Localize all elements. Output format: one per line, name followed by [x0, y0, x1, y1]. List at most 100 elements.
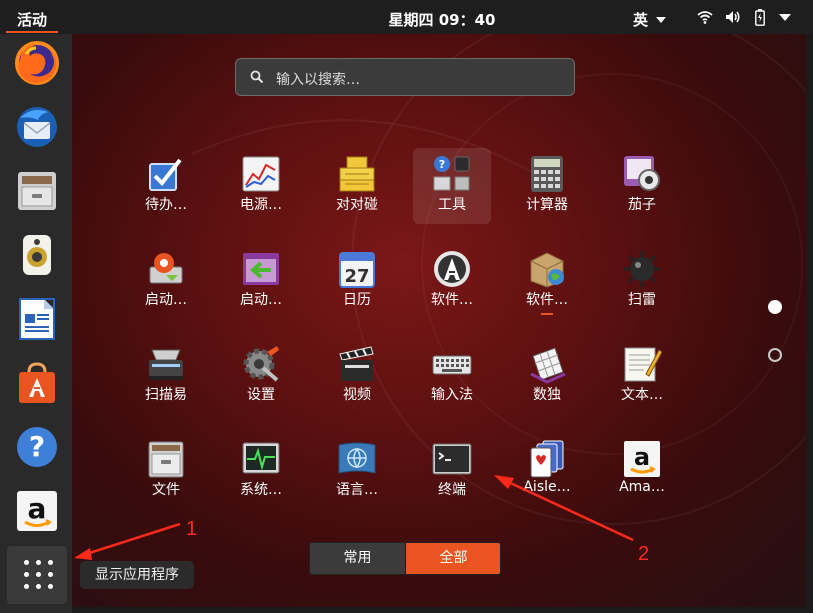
app-mines[interactable]: 扫雷 [603, 243, 681, 319]
app-settings[interactable]: 设置 [222, 338, 300, 414]
app-label: 工具 [438, 197, 466, 213]
mines-icon [624, 251, 660, 287]
scanner-icon [149, 349, 183, 380]
app-todo[interactable]: 待办… [127, 148, 205, 224]
svg-text:27: 27 [344, 266, 369, 287]
dock-item-files[interactable] [14, 168, 60, 214]
videos-clapper-icon [339, 346, 374, 381]
activities-button[interactable]: 活动 [6, 7, 58, 31]
app-language-support[interactable]: 语言… [318, 433, 396, 509]
dock-item-writer[interactable] [14, 296, 60, 342]
app-cheese[interactable]: 茄子 [603, 148, 681, 224]
app-label: 系统… [240, 482, 282, 498]
chevron-down-icon [779, 14, 791, 21]
app-label: 茄子 [628, 197, 656, 213]
app-label: 扫雷 [628, 292, 656, 308]
app-label: 计算器 [526, 197, 568, 213]
dock-item-thunderbird[interactable] [14, 104, 60, 150]
software-updater-icon [434, 251, 470, 287]
app-files[interactable]: 文件 [127, 433, 205, 509]
input-method-indicator[interactable]: 英 [633, 9, 648, 30]
app-calculator[interactable]: 计算器 [508, 148, 586, 224]
app-label: 输入法 [431, 387, 473, 403]
app-software-updater[interactable]: 软件… [413, 243, 491, 319]
app-label: 软件… [526, 292, 568, 308]
clock[interactable]: 星期四 09：40 [382, 9, 502, 30]
running-indicator [541, 313, 553, 315]
chevron-down-icon [656, 17, 666, 23]
app-sudoku[interactable]: 数独 [508, 338, 586, 414]
annotation-number-2: 2 [638, 543, 650, 565]
software-properties-icon [530, 252, 564, 288]
files-icon [18, 172, 56, 210]
dock-item-software[interactable] [14, 360, 60, 406]
utilities-folder-icon: ? [433, 156, 470, 191]
annotation-arrow-2 [494, 475, 634, 542]
app-system-monitor[interactable]: 系统… [222, 433, 300, 509]
show-applications-tooltip: 显示应用程序 [80, 561, 194, 589]
app-label: 语言… [336, 482, 378, 498]
dock: ? a [0, 34, 72, 613]
system-tray[interactable] [697, 9, 797, 27]
app-label: 文件 [152, 482, 180, 498]
app-software-properties[interactable]: 软件… [508, 243, 586, 319]
app-calendar[interactable]: 27 日历 [318, 243, 396, 319]
rhythmbox-icon [23, 235, 51, 275]
file-cabinet-icon [148, 441, 184, 478]
app-label: 数独 [533, 387, 561, 403]
app-label: 视频 [343, 387, 371, 403]
app-utilities-folder[interactable]: ? 工具 [413, 148, 491, 224]
tab-frequent[interactable]: 常用 [310, 543, 405, 574]
show-applications-button[interactable] [7, 546, 67, 604]
app-startup-disk-creator[interactable]: 启动… [127, 243, 205, 319]
cheese-webcam-icon [624, 156, 660, 191]
terminal-icon [432, 443, 472, 475]
svg-text:a: a [634, 443, 650, 471]
dock-item-amazon[interactable]: a [14, 488, 60, 534]
calculator-icon [531, 156, 563, 192]
app-input-method[interactable]: 输入法 [413, 338, 491, 414]
power-statistics-icon [242, 156, 280, 192]
startup-disk-creator-icon [149, 253, 183, 284]
search-icon [250, 70, 264, 84]
battery-icon [755, 9, 765, 26]
libreoffice-writer-icon [19, 298, 55, 340]
app-startup-applications[interactable]: 启动… [222, 243, 300, 319]
dock-item-help[interactable]: ? [14, 424, 60, 470]
system-monitor-icon [242, 442, 280, 474]
app-label: 待办… [145, 197, 187, 213]
top-bar: 活动 星期四 09：40 英 [0, 0, 813, 34]
app-label: 启动… [145, 292, 187, 308]
text-editor-icon [624, 347, 662, 382]
sudoku-icon [530, 347, 566, 384]
search-input[interactable]: 输入以搜索… [235, 58, 575, 96]
startup-applications-icon [243, 253, 279, 285]
dock-item-rhythmbox[interactable] [14, 232, 60, 278]
annotation-arrow-1 [74, 522, 181, 560]
todo-checkbox-icon [149, 158, 182, 191]
app-label: 文本… [621, 387, 663, 403]
calendar-icon: 27 [339, 252, 375, 288]
activities-indicator [6, 31, 58, 33]
firefox-icon [15, 41, 59, 85]
app-videos[interactable]: 视频 [318, 338, 396, 414]
app-mahjongg[interactable]: 对对碰 [318, 148, 396, 224]
mahjongg-icon [339, 156, 375, 192]
settings-gear-icon [243, 346, 279, 382]
page-indicator-1[interactable] [768, 300, 782, 314]
app-simple-scan[interactable]: 扫描易 [127, 338, 205, 414]
amazon-icon: a [17, 491, 57, 531]
page-indicator-2[interactable] [768, 348, 782, 362]
app-terminal[interactable]: 终端 [413, 433, 491, 509]
keyboard-icon [432, 355, 472, 375]
tab-all[interactable]: 全部 [406, 543, 500, 574]
dock-item-firefox[interactable] [14, 40, 60, 86]
app-power-statistics[interactable]: 电源… [222, 148, 300, 224]
app-text-editor[interactable]: 文本… [603, 338, 681, 414]
view-switcher: 常用 全部 [309, 542, 501, 575]
app-label: 终端 [438, 482, 466, 498]
app-label: 扫描易 [145, 387, 187, 403]
app-label: 对对碰 [336, 197, 378, 213]
volume-icon [726, 11, 740, 23]
app-label: 启动… [240, 292, 282, 308]
